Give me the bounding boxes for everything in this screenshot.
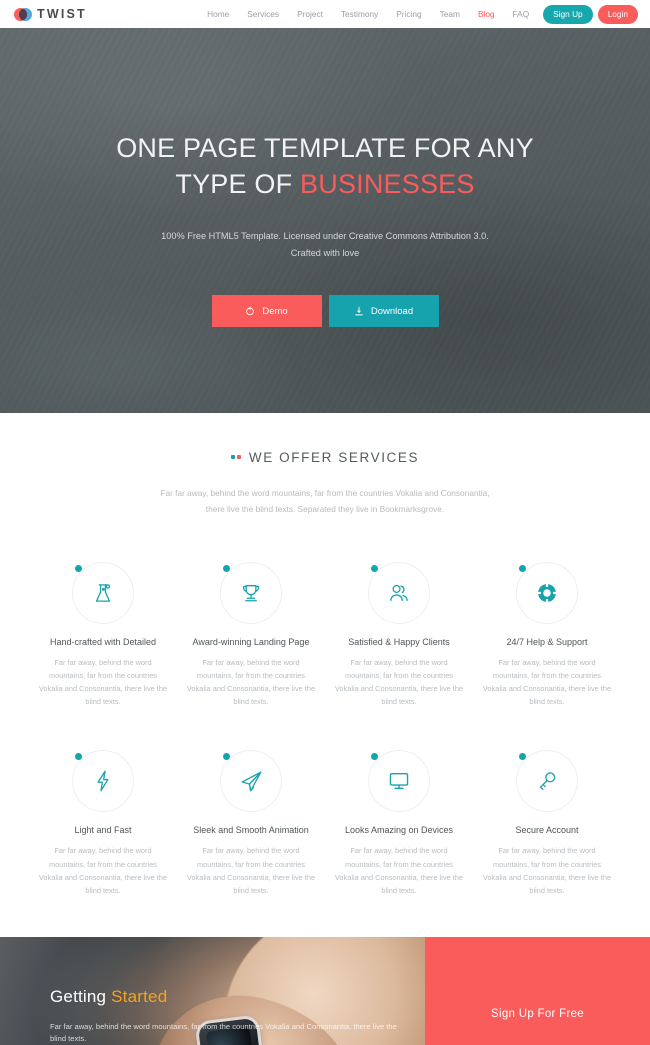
service-card-description: Far far away, behind the word mountains,… [334, 657, 464, 707]
brand-logo[interactable]: TWIST [14, 7, 87, 21]
service-card[interactable]: Sleek and Smooth Animation Far far away,… [177, 750, 325, 897]
card-blip-dot [75, 564, 82, 572]
service-card-title: Sleek and Smooth Animation [193, 825, 309, 836]
services-description-line2: there live the blind texts. Separated th… [205, 504, 445, 515]
service-card[interactable]: Light and Fast Far far away, behind the … [29, 750, 177, 897]
service-card[interactable]: 24/7 Help & Support Far far away, behind… [473, 561, 621, 709]
service-card-description: Far far away, behind the word mountains,… [482, 846, 612, 895]
services-grid: Hand-crafted with Detailed Far far away,… [29, 561, 621, 897]
nav-item-testimony[interactable]: Testimony [332, 0, 387, 28]
service-card-title: Satisfied & Happy Clients [348, 636, 450, 647]
hero-title: ONE PAGE TEMPLATE FOR ANY TYPE OF BUSINE… [0, 131, 650, 202]
getting-started-heading-accent: Started [111, 987, 168, 1007]
getting-started-paragraph: Far far away, behind the word mountains,… [50, 1022, 397, 1044]
nav-item-blog[interactable]: Blog [469, 0, 504, 28]
service-card[interactable]: Award-winning Landing Page Far far away,… [177, 561, 325, 709]
services-heading-label: WE OFFER SERVICES [248, 449, 420, 465]
monitor-icon [368, 750, 430, 813]
hero-subtitle: 100% Free HTML5 Template. Licensed under… [0, 228, 650, 262]
signup-free-panel[interactable]: Sign Up For Free [425, 937, 650, 1045]
service-card-description: Far far away, behind the word mountains,… [186, 657, 316, 707]
getting-started-heading-plain: Getting [50, 987, 112, 1007]
hero-title-accent: BUSINESSES [300, 168, 475, 199]
service-card[interactable]: Satisfied & Happy Clients Far far away, … [325, 561, 473, 709]
card-blip-dot [223, 564, 230, 572]
service-card-description: Far far away, behind the word mountains,… [482, 657, 612, 707]
site-header: TWIST Home Services Project Testimony Pr… [0, 0, 650, 28]
service-card-description: Far far away, behind the word mountains,… [38, 657, 168, 707]
nav-item-pricing[interactable]: Pricing [387, 0, 430, 28]
paper-plane-icon [220, 750, 282, 813]
service-card[interactable]: Secure Account Far far away, behind the … [473, 750, 621, 897]
signup-free-label: Sign Up For Free [491, 1007, 584, 1020]
service-card-title: Light and Fast [74, 825, 132, 836]
service-card-description: Far far away, behind the word mountains,… [186, 846, 316, 895]
nav-item-team[interactable]: Team [431, 0, 469, 28]
nav-item-faq[interactable]: FAQ [504, 0, 539, 28]
hero-subtitle-line2: Crafted with love [290, 248, 360, 259]
lightning-bolt-icon [72, 750, 134, 813]
service-card-title: Secure Account [515, 825, 579, 836]
demo-button[interactable]: Demo [211, 295, 322, 328]
service-card-title: Looks Amazing on Devices [344, 825, 454, 836]
hero-title-line1: ONE PAGE TEMPLATE FOR ANY [116, 133, 534, 163]
brand-name: TWIST [37, 7, 87, 21]
key-icon [516, 750, 578, 813]
service-card-title: Hand-crafted with Detailed [49, 636, 157, 647]
hero-title-line2: TYPE OF [175, 168, 301, 199]
service-card[interactable]: Looks Amazing on Devices Far far away, b… [325, 750, 473, 897]
main-navigation: Home Services Project Testimony Pricing … [198, 0, 638, 28]
service-card[interactable]: Hand-crafted with Detailed Far far away,… [29, 561, 177, 709]
lifebuoy-icon [516, 561, 578, 624]
power-circle-icon [245, 306, 255, 316]
card-blip-dot [371, 564, 378, 572]
service-card-title: 24/7 Help & Support [506, 636, 588, 647]
two-square-dots-icon [230, 455, 241, 459]
hero-button-group: Demo Download [0, 295, 650, 328]
download-icon [354, 306, 364, 316]
demo-button-label: Demo [262, 305, 288, 317]
service-card-title: Award-winning Landing Page [192, 636, 310, 647]
services-section: WE OFFER SERVICES Far far away, behind t… [0, 413, 650, 898]
flask-icon [72, 561, 134, 624]
signup-button[interactable]: Sign Up [543, 4, 593, 24]
card-blip-dot [519, 564, 526, 572]
users-icon [368, 561, 430, 624]
hero-subtitle-line1: 100% Free HTML5 Template. Licensed under… [161, 231, 489, 242]
nav-item-services[interactable]: Services [238, 0, 288, 28]
getting-started-heading: Getting Started [50, 987, 405, 1007]
service-card-description: Far far away, behind the word mountains,… [38, 846, 168, 895]
nav-item-home[interactable]: Home [198, 0, 238, 28]
services-description-line1: Far far away, behind the word mountains,… [160, 487, 490, 498]
getting-started-section: Getting Started Far far away, behind the… [0, 937, 650, 1045]
services-description: Far far away, behind the word mountains,… [130, 485, 520, 518]
download-button-label: Download [370, 305, 414, 317]
getting-started-panel: Getting Started Far far away, behind the… [0, 937, 425, 1045]
download-button[interactable]: Download [328, 295, 439, 328]
trophy-icon [220, 561, 282, 624]
hero-section: ONE PAGE TEMPLATE FOR ANY TYPE OF BUSINE… [0, 28, 650, 413]
nav-item-project[interactable]: Project [288, 0, 332, 28]
services-heading: WE OFFER SERVICES [230, 449, 420, 465]
service-card-description: Far far away, behind the word mountains,… [334, 846, 464, 895]
login-button[interactable]: Login [597, 4, 638, 24]
two-overlapping-circles-icon [14, 7, 32, 21]
